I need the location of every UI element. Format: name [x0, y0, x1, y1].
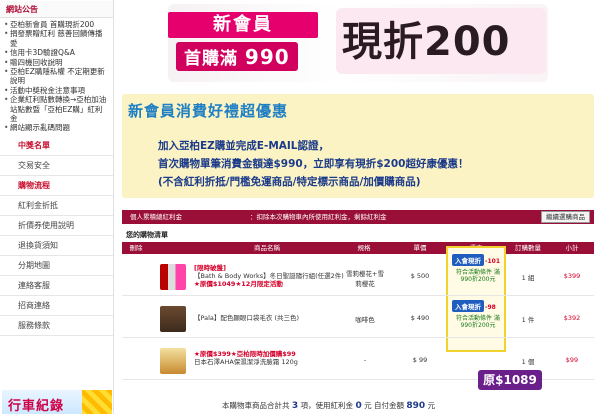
- product-qty[interactable]: 1 個: [510, 356, 546, 366]
- banner-first-buy-text: 首購滿: [184, 49, 238, 69]
- promo-line-1: 加入亞柏EZ購並完成E-MAIL認證，: [158, 140, 329, 152]
- banner-first-buy-amount: 990: [244, 45, 290, 69]
- product-spec: 雪莉櫻花+雪莉櫻花: [346, 270, 384, 288]
- banner-first-buy: 首購滿 990: [176, 42, 298, 71]
- product-title: ★原價$399★亞柏限時加價購$99: [194, 350, 296, 358]
- summary-mid: 項，使用紅利金: [300, 401, 354, 410]
- sidebar-item-returns[interactable]: 退換貨須知: [0, 236, 113, 256]
- sidebar: 網站公告 亞柏新會員 首購現折200 捐發票贈紅利 慈善回饋傳播愛 信用卡3D驗…: [0, 0, 114, 414]
- original-price-badge: 原$1089: [478, 370, 542, 390]
- table-header: 刪除 商品名稱 規格 單價 優惠 訂購數量 小計: [122, 242, 594, 254]
- summary-pay-label: 自付金額: [373, 401, 404, 410]
- bonus-remaining-label: ：扣除本次購物車內所使用紅利金，剩餘紅利金: [250, 213, 387, 221]
- col-delete: 刪除: [129, 244, 143, 252]
- product-thumbnail[interactable]: [160, 306, 186, 332]
- product-note: 日本石澤AHA保濕潔淨洗臉霜 120g: [194, 358, 298, 366]
- product-title: 【Pala】配色顯眼口袋毛衣 (共三色): [194, 314, 300, 322]
- news-item[interactable]: 活動中獎稅金注意事項: [4, 86, 109, 96]
- product-price: $ 500: [410, 272, 430, 280]
- bonus-total-label: 個人累積總紅利金: [130, 213, 182, 221]
- col-name: 商品名稱: [254, 244, 280, 252]
- news-item[interactable]: 網站顯示亂碼問題: [4, 123, 109, 133]
- continue-shopping-button[interactable]: 繼續選購商品: [541, 211, 590, 223]
- product-name[interactable]: ★原價$399★亞柏限時加價購$99 日本石澤AHA保濕潔淨洗臉霜 120g: [194, 350, 298, 366]
- col-qty: 訂購數量: [515, 244, 541, 252]
- banner-discount: 現折200: [342, 19, 511, 65]
- news-item[interactable]: 亞柏新會員 首購現折200: [4, 20, 109, 30]
- summary-count: 3: [291, 401, 299, 411]
- product-spec: 咖啡色: [355, 316, 375, 324]
- main-content: 新會員 首購滿 990 現折200 新會員消費好禮超優惠 加入亞柏EZ購並完成E…: [116, 0, 600, 414]
- sidebar-item-coupon-guide[interactable]: 折價券使用說明: [0, 216, 113, 236]
- product-subtotal: $99: [565, 356, 579, 364]
- news-item[interactable]: 亞柏EZ購隱私權 不定期更新說明: [4, 67, 109, 86]
- product-thumbnail[interactable]: [160, 264, 186, 290]
- sidebar-item-security[interactable]: 交易安全: [0, 156, 113, 176]
- ad-text: 行車紀錄: [8, 399, 65, 414]
- news-item[interactable]: 捐發票贈紅利 慈善回饋傳播愛: [4, 29, 109, 48]
- product-thumbnail[interactable]: [160, 348, 186, 374]
- product-price: $ 490: [410, 314, 430, 322]
- bonus-bar: 個人累積總紅利金 ：扣除本次購物車內所使用紅利金，剩餘紅利金 繼續選購商品: [122, 210, 594, 224]
- product-subtotal: $399: [563, 272, 581, 280]
- promo-line-3: (不含紅利折抵/門檻免運商品/特定標示商品/加價購商品): [158, 176, 421, 188]
- sidebar-item-installment-map[interactable]: 分期地圖: [0, 256, 113, 276]
- news-item[interactable]: 贈四機回收說明: [4, 58, 109, 68]
- col-spec: 規格: [357, 244, 371, 252]
- dashcam-ad-banner[interactable]: 行車紀錄: [2, 388, 112, 414]
- sidebar-item-shopping-flow[interactable]: 購物流程: [0, 176, 113, 196]
- col-price: 單價: [413, 244, 427, 252]
- table-row: 【Pala】配色顯眼口袋毛衣 (共三色) 咖啡色 $ 490 1 件 $392: [122, 300, 594, 338]
- news-header: 網站公告: [0, 0, 113, 18]
- promo-title: 新會員消費好禮超優惠: [128, 102, 289, 120]
- cart-summary: 本購物車商品合計共 3 項，使用紅利金 0 元 自付金額 890 元: [222, 400, 435, 411]
- sidebar-item-terms[interactable]: 服務條款: [0, 316, 113, 336]
- product-qty[interactable]: 1 件: [510, 314, 546, 324]
- news-item[interactable]: 信用卡3D驗證Q&A: [4, 48, 109, 58]
- news-item[interactable]: 企業紅利點數轉換→亞柏加油站點數暨「亞柏EZ購」紅利金: [4, 95, 109, 123]
- product-qty[interactable]: 1 組: [510, 272, 546, 282]
- product-subtotal: $392: [563, 314, 581, 322]
- summary-unit: 元: [364, 401, 372, 410]
- table-row: [限時破盤] 【Bath & Body Works】冬日聖誕隨行組(任選2件) …: [122, 258, 594, 296]
- product-price: $ 99: [412, 356, 428, 364]
- promo-line-2: 首次購物單筆消費金額達$990，立即享有現折$200超好康優惠！: [158, 158, 469, 170]
- summary-pay-unit: 元: [427, 401, 436, 410]
- new-member-banner[interactable]: 新會員 首購滿 990 現折200: [168, 4, 548, 82]
- product-name[interactable]: [限時破盤] 【Bath & Body Works】冬日聖誕隨行組(任選2件) …: [194, 264, 344, 288]
- cart-title: 您的購物清單: [126, 231, 168, 239]
- col-subtotal: 小計: [565, 244, 579, 252]
- promo-box: 新會員消費好禮超優惠 加入亞柏EZ購並完成E-MAIL認證， 首次購物單筆消費金…: [122, 94, 594, 198]
- product-note: ★原價$1049★12月限定活動: [194, 280, 283, 288]
- sidebar-item-bonus[interactable]: 紅利金折抵: [0, 196, 113, 216]
- news-list: 亞柏新會員 首購現折200 捐發票贈紅利 慈善回饋傳播愛 信用卡3D驗證Q&A …: [0, 18, 113, 136]
- sidebar-item-winners[interactable]: 中獎名單: [0, 136, 113, 156]
- sidebar-item-merchant[interactable]: 招商連絡: [0, 296, 113, 316]
- product-name[interactable]: 【Pala】配色顯眼口袋毛衣 (共三色): [194, 314, 299, 322]
- product-tag: [限時破盤]: [194, 264, 226, 272]
- summary-prefix: 本購物車商品合計共: [222, 401, 290, 410]
- banner-new-member: 新會員: [168, 12, 318, 38]
- sidebar-item-contact[interactable]: 連絡客服: [0, 276, 113, 296]
- shopping-cart: 個人累積總紅利金 ：扣除本次購物車內所使用紅利金，剩餘紅利金 繼續選購商品 您的…: [122, 210, 594, 414]
- banner-discount-box: 現折200: [336, 8, 546, 74]
- product-spec: -: [363, 356, 367, 364]
- ad-stripe: [82, 390, 112, 414]
- summary-pay: 890: [406, 401, 426, 411]
- summary-bonus: 0: [355, 401, 362, 411]
- product-title: 【Bath & Body Works】冬日聖誕隨行組(任選2件): [194, 272, 344, 280]
